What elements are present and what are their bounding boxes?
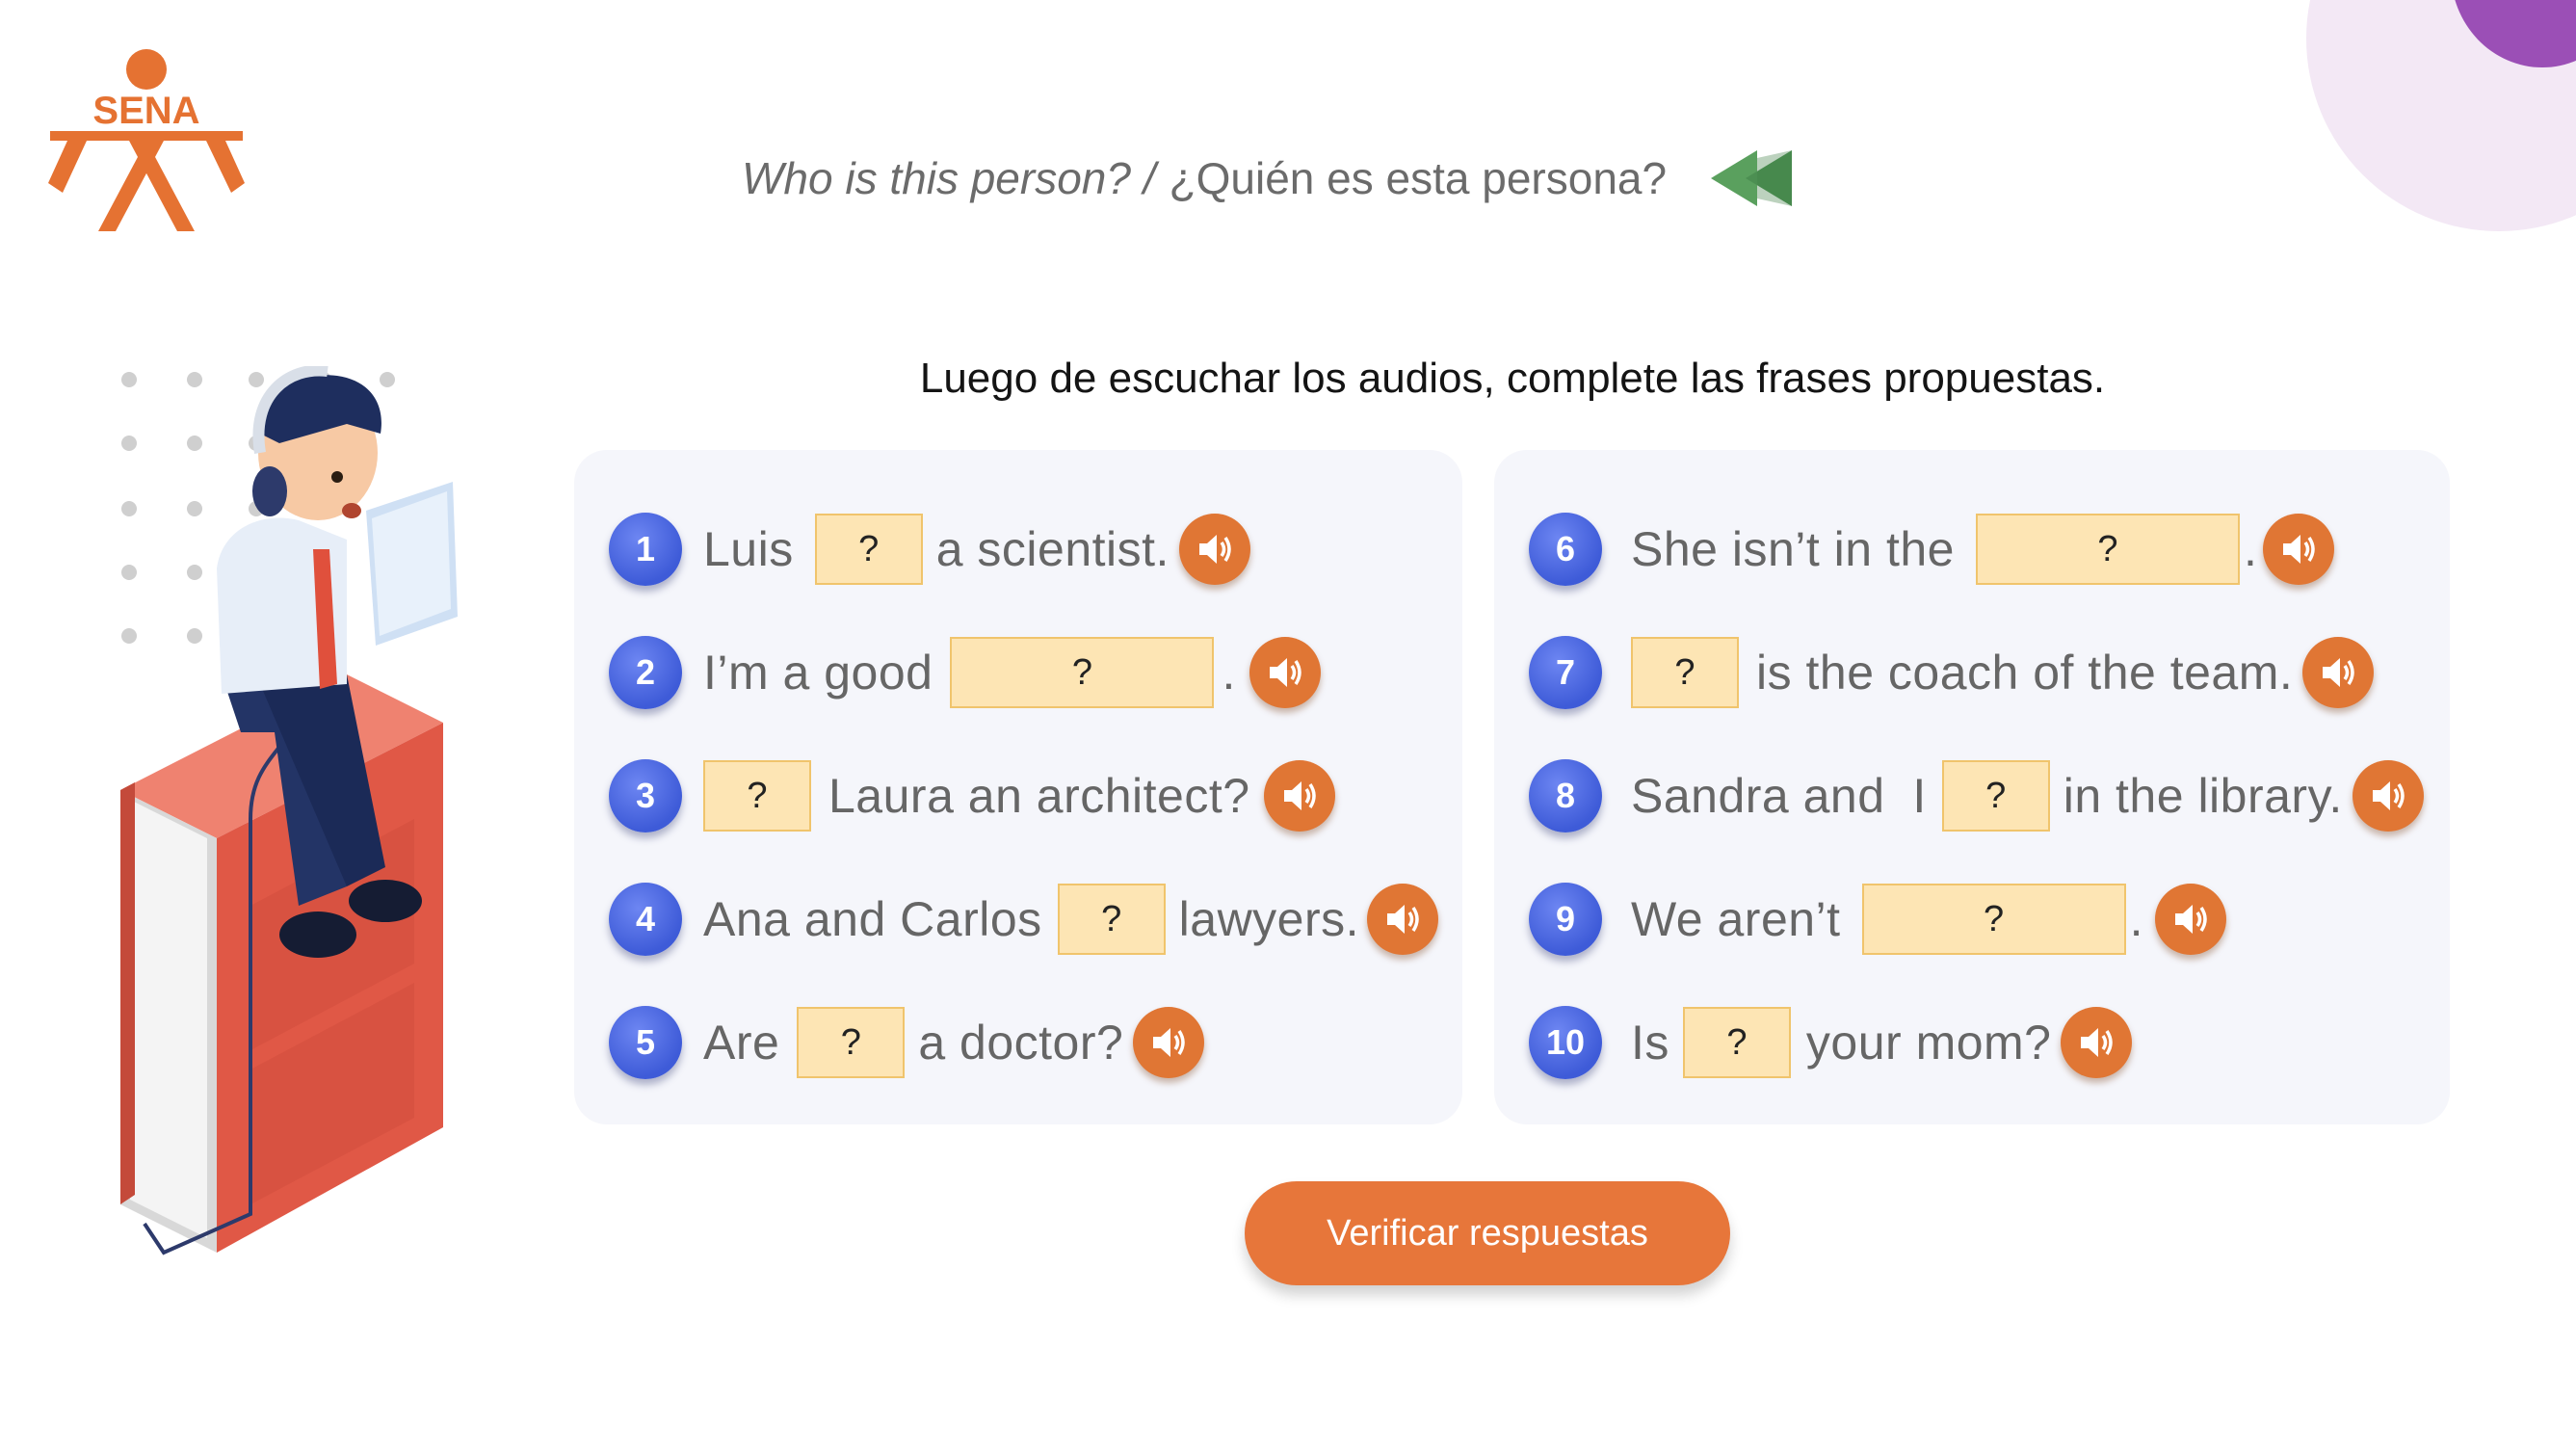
exercise-row-3: 3 ? Laura an architect?: [609, 758, 1335, 833]
audio-button-10[interactable]: [2061, 1007, 2133, 1078]
answer-blank-8[interactable]: ?: [1941, 760, 2050, 832]
exercise-panel-left: 1 Luis ? a scientist. 2 I’m a good ? . 3…: [574, 450, 1462, 1124]
speaker-icon: [2372, 781, 2405, 810]
audio-button-8[interactable]: [2352, 760, 2424, 832]
exercise-text: Sandra and I: [1631, 769, 1927, 823]
audio-button-9[interactable]: [2154, 884, 2226, 955]
speaker-icon: [2283, 535, 2316, 564]
speaker-icon: [1198, 535, 1231, 564]
exercise-row-1: 1 Luis ? a scientist.: [609, 512, 1250, 587]
answer-blank-4[interactable]: ?: [1057, 884, 1166, 955]
audio-button-5[interactable]: [1133, 1007, 1205, 1078]
exercise-text: We aren’t: [1631, 892, 1841, 946]
exercise-row-4: 4 Ana and Carlos ? lawyers.: [609, 882, 1439, 957]
answer-blank-7[interactable]: ?: [1631, 637, 1739, 708]
exercise-text: Are: [703, 1016, 780, 1070]
exercise-row-2: 2 I’m a good ? .: [609, 635, 1321, 710]
number-badge: 1: [609, 513, 682, 586]
answer-blank-1[interactable]: ?: [814, 514, 923, 585]
answer-blank-2[interactable]: ?: [950, 637, 1215, 708]
speaker-icon: [2081, 1028, 2114, 1057]
number-badge: 5: [609, 1006, 682, 1079]
speaker-icon: [1153, 1028, 1186, 1057]
answer-blank-3[interactable]: ?: [703, 760, 811, 832]
exercise-row-6: 6 She isn’t in the ? .: [1529, 512, 2335, 587]
exercise-panel-right: 6 She isn’t in the ? . 7 ? is the coach …: [1494, 450, 2450, 1124]
exercise-row-7: 7 ? is the coach of the team.: [1529, 635, 2375, 710]
number-badge: 3: [609, 759, 682, 832]
verify-answers-button[interactable]: Verificar respuestas: [1245, 1181, 1730, 1285]
exercise-text: Laura an architect?: [828, 769, 1250, 823]
exercise-text: a doctor?: [918, 1016, 1124, 1070]
answer-blank-6[interactable]: ?: [1975, 514, 2240, 585]
page-title: Who is this person? / ¿Quién es esta per…: [742, 145, 1800, 212]
logo-text: SENA: [92, 90, 199, 132]
exercise-text: I’m a good: [703, 646, 933, 700]
number-badge: 4: [609, 883, 682, 956]
answer-blank-9[interactable]: ?: [1861, 884, 2126, 955]
exercise-text: .: [1222, 646, 1236, 700]
sena-logo: SENA: [48, 49, 245, 231]
answer-blank-5[interactable]: ?: [797, 1007, 906, 1078]
number-badge: 10: [1529, 1006, 1602, 1079]
number-badge: 6: [1529, 513, 1602, 586]
exercise-row-8: 8 Sandra and I ? in the library.: [1529, 758, 2424, 833]
exercise-text: is the coach of the team.: [1756, 646, 2294, 700]
rewind-icon[interactable]: [1707, 145, 1800, 212]
exercise-row-10: 10 Is ? your mom?: [1529, 1005, 2133, 1080]
exercise-text: Luis: [703, 522, 794, 576]
speaker-icon: [2323, 658, 2355, 687]
speaker-icon: [1269, 658, 1301, 687]
exercise-text: a scientist.: [935, 522, 1170, 576]
exercise-text: She isn’t in the: [1631, 522, 1955, 576]
exercise-row-9: 9 We aren’t ? .: [1529, 882, 2226, 957]
speaker-icon: [1283, 781, 1316, 810]
exercise-text: .: [2129, 892, 2143, 946]
number-badge: 2: [609, 636, 682, 709]
audio-button-3[interactable]: [1263, 760, 1335, 832]
audio-button-6[interactable]: [2263, 514, 2335, 585]
audio-button-2[interactable]: [1249, 637, 1321, 708]
exercise-text: in the library.: [2063, 769, 2343, 823]
exercise-text: Is: [1631, 1016, 1669, 1070]
exercise-text: .: [2243, 522, 2258, 576]
audio-button-7[interactable]: [2302, 637, 2375, 708]
number-badge: 7: [1529, 636, 1602, 709]
exercise-text: Ana and Carlos: [703, 892, 1042, 946]
number-badge: 9: [1529, 883, 1602, 956]
audio-button-1[interactable]: [1178, 514, 1250, 585]
answer-blank-10[interactable]: ?: [1682, 1007, 1791, 1078]
exercise-text: lawyers.: [1178, 892, 1360, 946]
exercise-row-5: 5 Are ? a doctor?: [609, 1005, 1205, 1080]
number-badge: 8: [1529, 759, 1602, 832]
speaker-icon: [2174, 905, 2207, 934]
speaker-icon: [1387, 905, 1419, 934]
student-illustration: [120, 366, 458, 1255]
title-spanish: ¿Quién es esta persona?: [1169, 153, 1668, 203]
audio-button-4[interactable]: [1367, 884, 1439, 955]
exercise-text: your mom?: [1805, 1016, 2052, 1070]
title-english: Who is this person? /: [742, 153, 1156, 203]
